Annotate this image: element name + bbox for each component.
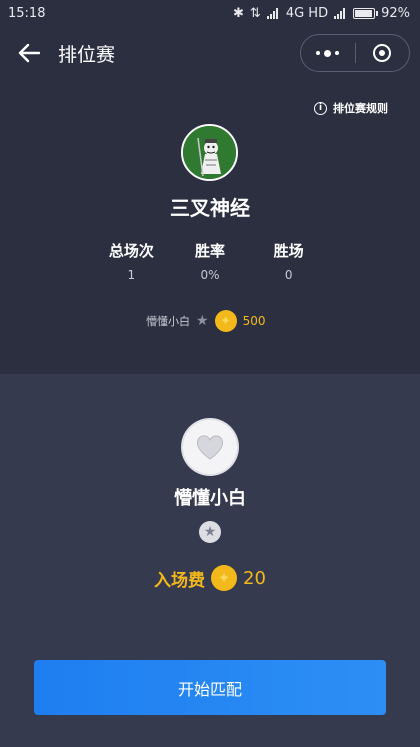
status-time: 15:18 [8,5,46,21]
data-transfer-icon: ⇅ [249,5,261,21]
signal-icon-2 [334,7,347,19]
status-bar: 15:18 ✱ ⇅ 4G HD 92% [0,0,420,26]
close-mini-program-button[interactable] [356,35,410,71]
star-icon: ★ [196,313,209,329]
stat-value: 0% [200,268,220,282]
entry-fee-label: 入场费 [154,570,206,591]
heart-icon [196,435,224,460]
stat-value: 0 [284,268,293,282]
page-title: 排位赛 [58,43,116,66]
network-type: 4G HD [285,5,329,21]
rank-row: 懵懂小白 ★ ✦ 500 [146,310,265,332]
battery-fill [355,9,372,17]
arrow-left-icon [18,43,40,63]
avatar-image [183,126,236,179]
username: 三叉神经 [170,196,250,220]
more-dots-icon [316,49,340,57]
coin-balance: 500 [242,314,266,328]
stat-label: 胜场 [273,242,304,260]
target-circle-icon [373,44,392,62]
info-icon: i [314,101,327,115]
stat-win-rate: 胜率 0% [171,240,250,282]
status-indicators: ✱ ⇅ 4G HD 92% [233,6,410,21]
tier-badge [183,420,237,474]
more-button[interactable] [301,35,355,71]
avatar [181,124,238,181]
rank-label: 懵懂小白 [146,315,190,328]
entry-fee-value: 20 [243,567,266,589]
stat-label: 总场次 [108,242,154,260]
bluetooth-icon: ✱ [233,5,244,21]
rules-label: 排位赛规则 [333,102,388,115]
mini-program-capsule [300,34,410,72]
back-button[interactable] [14,38,44,68]
start-matching-button[interactable]: 开始匹配 [34,660,386,715]
stat-label: 胜率 [195,242,226,260]
profile-panel: i 排位赛规则 三叉神经 总场次 1 胜率 0% 胜场 0 懵懂小白 ★ ✦ 5… [0,80,420,374]
tier-name: 懵懂小白 [174,488,246,509]
stat-value: 1 [127,268,136,282]
stats-row: 总场次 1 胜率 0% 胜场 0 [92,240,328,282]
coin-icon: ✦ [211,565,238,591]
stat-wins: 胜场 0 [249,240,328,282]
coin-icon: ✦ [214,310,237,332]
rules-link[interactable]: i 排位赛规则 [314,100,388,116]
battery-icon [353,7,379,19]
signal-icon [266,7,280,19]
tier-star-icon: ★ [199,521,221,543]
ranked-match-page: 15:18 ✱ ⇅ 4G HD 92% 排位赛 i 排位赛规则 三叉神经 总场次… [0,0,420,747]
entry-fee-row: 入场费 ✦ 20 [0,565,420,591]
battery-percent: 92% [381,5,410,21]
nav-bar: 排位赛 [0,26,420,80]
stat-total-matches: 总场次 1 [92,240,171,282]
